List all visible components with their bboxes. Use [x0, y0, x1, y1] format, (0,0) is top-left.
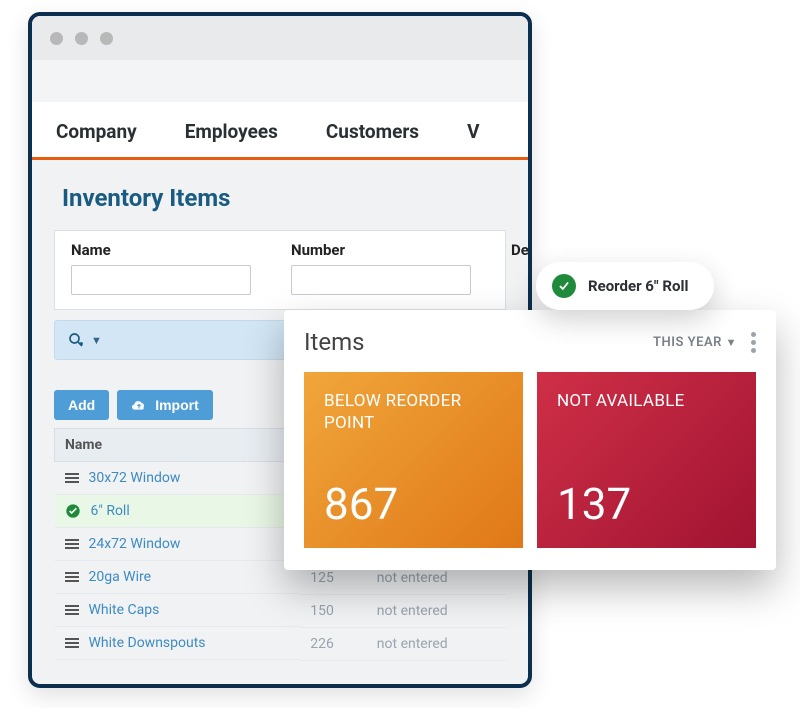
filter-name-label: Name [71, 241, 251, 259]
import-button[interactable]: Import [117, 390, 213, 420]
tab-employees[interactable]: Employees [185, 120, 278, 143]
drag-handle-icon[interactable] [65, 572, 79, 582]
filter-desc-label: De [511, 241, 532, 259]
range-label: THIS YEAR [653, 335, 722, 350]
chevron-down-icon: ▼ [91, 334, 102, 347]
tab-extra[interactable]: V [467, 120, 479, 143]
table-row[interactable]: White Downspouts 226 not entered [55, 627, 506, 660]
row-name-link[interactable]: White Downspouts [89, 635, 206, 651]
header-strip [32, 60, 528, 102]
window-titlebar [32, 16, 528, 60]
tab-company[interactable]: Company [56, 120, 137, 143]
check-circle-icon [552, 274, 576, 298]
tile-below-reorder[interactable]: BELOW REORDER POINT 867 [304, 372, 523, 548]
filter-number-label: Number [291, 241, 471, 259]
add-button-label: Add [68, 397, 95, 413]
filter-block: Name Number De [54, 230, 506, 310]
tile-label: BELOW REORDER POINT [324, 390, 503, 434]
add-button[interactable]: Add [54, 390, 109, 420]
row-note: not entered [367, 627, 506, 660]
filter-name-input[interactable] [71, 265, 251, 295]
cloud-upload-icon [131, 397, 147, 413]
tab-strip: Company Employees Customers V [32, 102, 528, 160]
tile-not-available[interactable]: NOT AVAILABLE 137 [537, 372, 756, 548]
window-dot [100, 32, 113, 45]
filter-number-input[interactable] [291, 265, 471, 295]
drag-handle-icon[interactable] [65, 473, 79, 483]
reorder-toast[interactable]: Reorder 6" Roll [536, 262, 714, 310]
row-note: not entered [367, 594, 506, 627]
items-card: Items THIS YEAR ▼ BELOW REORDER POINT 86… [284, 310, 776, 570]
drag-handle-icon[interactable] [65, 605, 79, 615]
search-icon [67, 331, 85, 349]
import-button-label: Import [155, 397, 199, 413]
row-name-link[interactable]: 6" Roll [91, 503, 130, 519]
tab-customers[interactable]: Customers [326, 120, 419, 143]
range-selector[interactable]: THIS YEAR ▼ [653, 335, 737, 350]
tile-value: 867 [324, 478, 503, 530]
row-name-link[interactable]: White Caps [89, 602, 160, 618]
window-dot [50, 32, 63, 45]
check-circle-icon [65, 503, 81, 519]
row-name-link[interactable]: 20ga Wire [89, 569, 152, 585]
row-qty: 226 [300, 627, 367, 660]
window-dot [75, 32, 88, 45]
items-title: Items [304, 328, 365, 356]
row-name-link[interactable]: 24x72 Window [89, 536, 181, 552]
row-name-link[interactable]: 30x72 Window [89, 470, 181, 486]
page-title: Inventory Items [32, 160, 528, 230]
more-menu-icon[interactable] [751, 332, 756, 353]
drag-handle-icon[interactable] [65, 539, 79, 549]
tile-label: NOT AVAILABLE [557, 390, 736, 412]
drag-handle-icon[interactable] [65, 638, 79, 648]
tile-value: 137 [557, 478, 736, 530]
chevron-down-icon: ▼ [726, 336, 737, 349]
row-qty: 150 [300, 594, 367, 627]
reorder-toast-label: Reorder 6" Roll [588, 277, 688, 295]
table-row[interactable]: White Caps 150 not entered [55, 594, 506, 627]
